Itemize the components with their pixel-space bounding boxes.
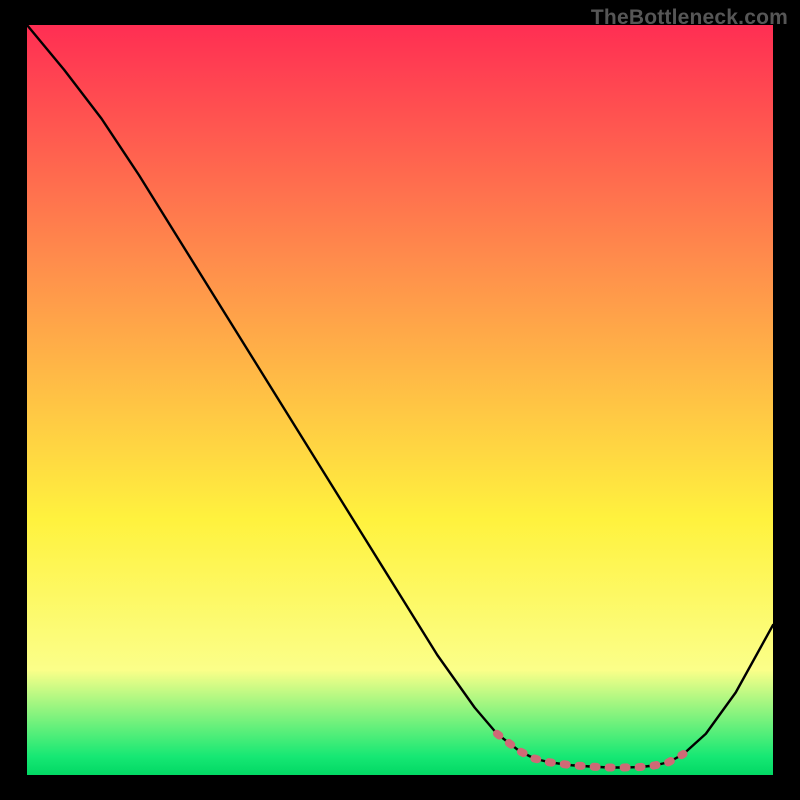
optimal-range-highlight (497, 734, 683, 768)
curve-layer (27, 25, 773, 775)
watermark-text: TheBottleneck.com (591, 6, 788, 30)
bottleneck-curve (27, 25, 773, 768)
chart-stage: TheBottleneck.com (0, 0, 800, 800)
plot-area (27, 25, 773, 775)
